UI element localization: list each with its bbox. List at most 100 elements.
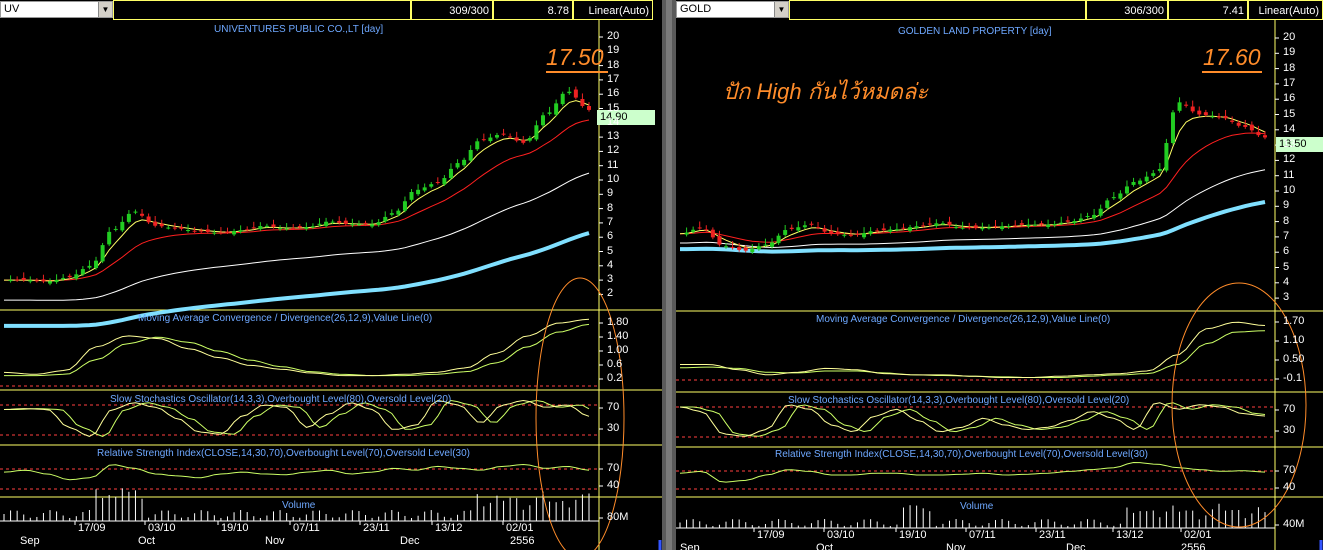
candle-body	[1230, 120, 1235, 122]
month-label: Oct	[138, 535, 156, 547]
month-label: Sep	[20, 535, 40, 547]
candle-body	[947, 221, 952, 225]
stoch-tick-label: 70	[607, 401, 620, 413]
splitter[interactable]	[662, 0, 676, 550]
price-tick-label: 13	[1283, 138, 1296, 151]
month-label: Dec	[400, 535, 420, 547]
candle-body	[894, 229, 899, 231]
candle-body	[205, 229, 210, 232]
peak-label: 17.60	[1203, 44, 1261, 70]
candle-body	[61, 277, 66, 280]
price-tick-label: 5	[607, 244, 614, 257]
price-tick-label: 3	[1283, 291, 1290, 304]
stoch-d-line	[680, 402, 1266, 437]
candle-body	[829, 230, 834, 234]
price-tick-label: 4	[607, 258, 614, 271]
chart-canvas-left	[0, 20, 662, 550]
candle-body	[494, 135, 499, 138]
price-tick-label: 16	[607, 87, 620, 100]
date-tick-label: 02/01	[1184, 529, 1212, 541]
candle-body	[1006, 226, 1011, 228]
candle-body	[284, 228, 289, 230]
candle-body	[1249, 124, 1254, 131]
price-tick-label: 9	[1283, 199, 1290, 212]
candle-body	[21, 277, 26, 281]
candle-body	[140, 213, 145, 216]
candle-body	[934, 223, 939, 227]
candle-body	[1026, 224, 1031, 227]
price-tick-label: 8	[607, 201, 614, 214]
volume-title: Volume	[960, 501, 994, 512]
price-tick-label: 10	[1283, 184, 1296, 196]
candle-body	[94, 260, 99, 269]
date-tick-label: 23/11	[363, 522, 390, 534]
candle-body	[1157, 168, 1162, 171]
candle-body	[455, 163, 460, 168]
volume-tick-label: 80M	[607, 511, 629, 523]
candle-body	[697, 227, 702, 229]
price-tick-label: 11	[1283, 168, 1295, 181]
price-tick-label: 15	[1283, 107, 1296, 120]
candle-body	[789, 227, 794, 229]
price-tick-label: 4	[1283, 275, 1290, 288]
macd-signal-line	[4, 323, 590, 377]
candle-body	[1078, 218, 1083, 222]
candle-body	[743, 247, 748, 251]
candle-body	[940, 223, 945, 225]
candle-body	[54, 279, 59, 283]
candle-body	[954, 227, 959, 229]
stoch-tick-label: 30	[607, 422, 620, 434]
macd-signal-line	[679, 330, 1266, 378]
candle-body	[435, 182, 440, 184]
peak-underline	[1202, 71, 1262, 73]
candle-body	[554, 103, 559, 115]
macd-tick-label: 0.50	[1283, 353, 1305, 365]
candle-body	[1124, 186, 1129, 194]
candle-body	[258, 226, 263, 230]
candle-body	[448, 168, 453, 179]
ema-mid-line	[679, 132, 1266, 243]
candle-body	[1046, 224, 1051, 227]
date-tick-label: 19/10	[221, 522, 249, 534]
candle-body	[370, 224, 375, 227]
candle-body	[212, 232, 217, 234]
month-label: 2556	[1181, 542, 1206, 550]
candle-body	[848, 234, 853, 236]
date-tick-label: 03/10	[827, 529, 855, 541]
price-tick-label: 19	[607, 44, 620, 57]
candle-body	[514, 137, 519, 141]
candle-body	[888, 229, 893, 232]
candle-body	[442, 178, 447, 185]
candle-body	[74, 274, 79, 279]
candle-body	[245, 229, 250, 231]
candle-body	[133, 211, 138, 213]
price-tick-label: 5	[1283, 260, 1290, 273]
candle-body	[750, 249, 755, 253]
candle-body	[1118, 193, 1123, 199]
macd-line	[680, 321, 1266, 378]
candle-body	[908, 227, 913, 231]
candle-body	[199, 230, 204, 232]
price-tick-label: 12	[1283, 153, 1296, 166]
candle-body	[1019, 223, 1024, 225]
date-tick-label: 13/12	[1116, 529, 1144, 541]
candle-body	[691, 229, 696, 232]
candle-body	[756, 246, 761, 250]
candle-body	[527, 137, 532, 141]
candle-body	[1170, 112, 1175, 144]
candle-body	[389, 213, 394, 215]
candle-body	[28, 280, 33, 282]
rsi-line	[3, 463, 590, 481]
candle-body	[1013, 225, 1018, 227]
candle-body	[770, 242, 775, 247]
stoch-tick-label: 30	[1283, 424, 1296, 436]
candle-body	[383, 216, 388, 222]
candle-body	[704, 229, 709, 231]
candle-body	[291, 227, 296, 229]
candle-body	[534, 125, 539, 140]
candle-body	[763, 244, 768, 246]
date-tick-label: 23/11	[1039, 529, 1066, 541]
candle-body	[429, 184, 434, 187]
rsi-tick-label: 40	[1283, 481, 1296, 493]
candle-body	[1105, 200, 1110, 208]
